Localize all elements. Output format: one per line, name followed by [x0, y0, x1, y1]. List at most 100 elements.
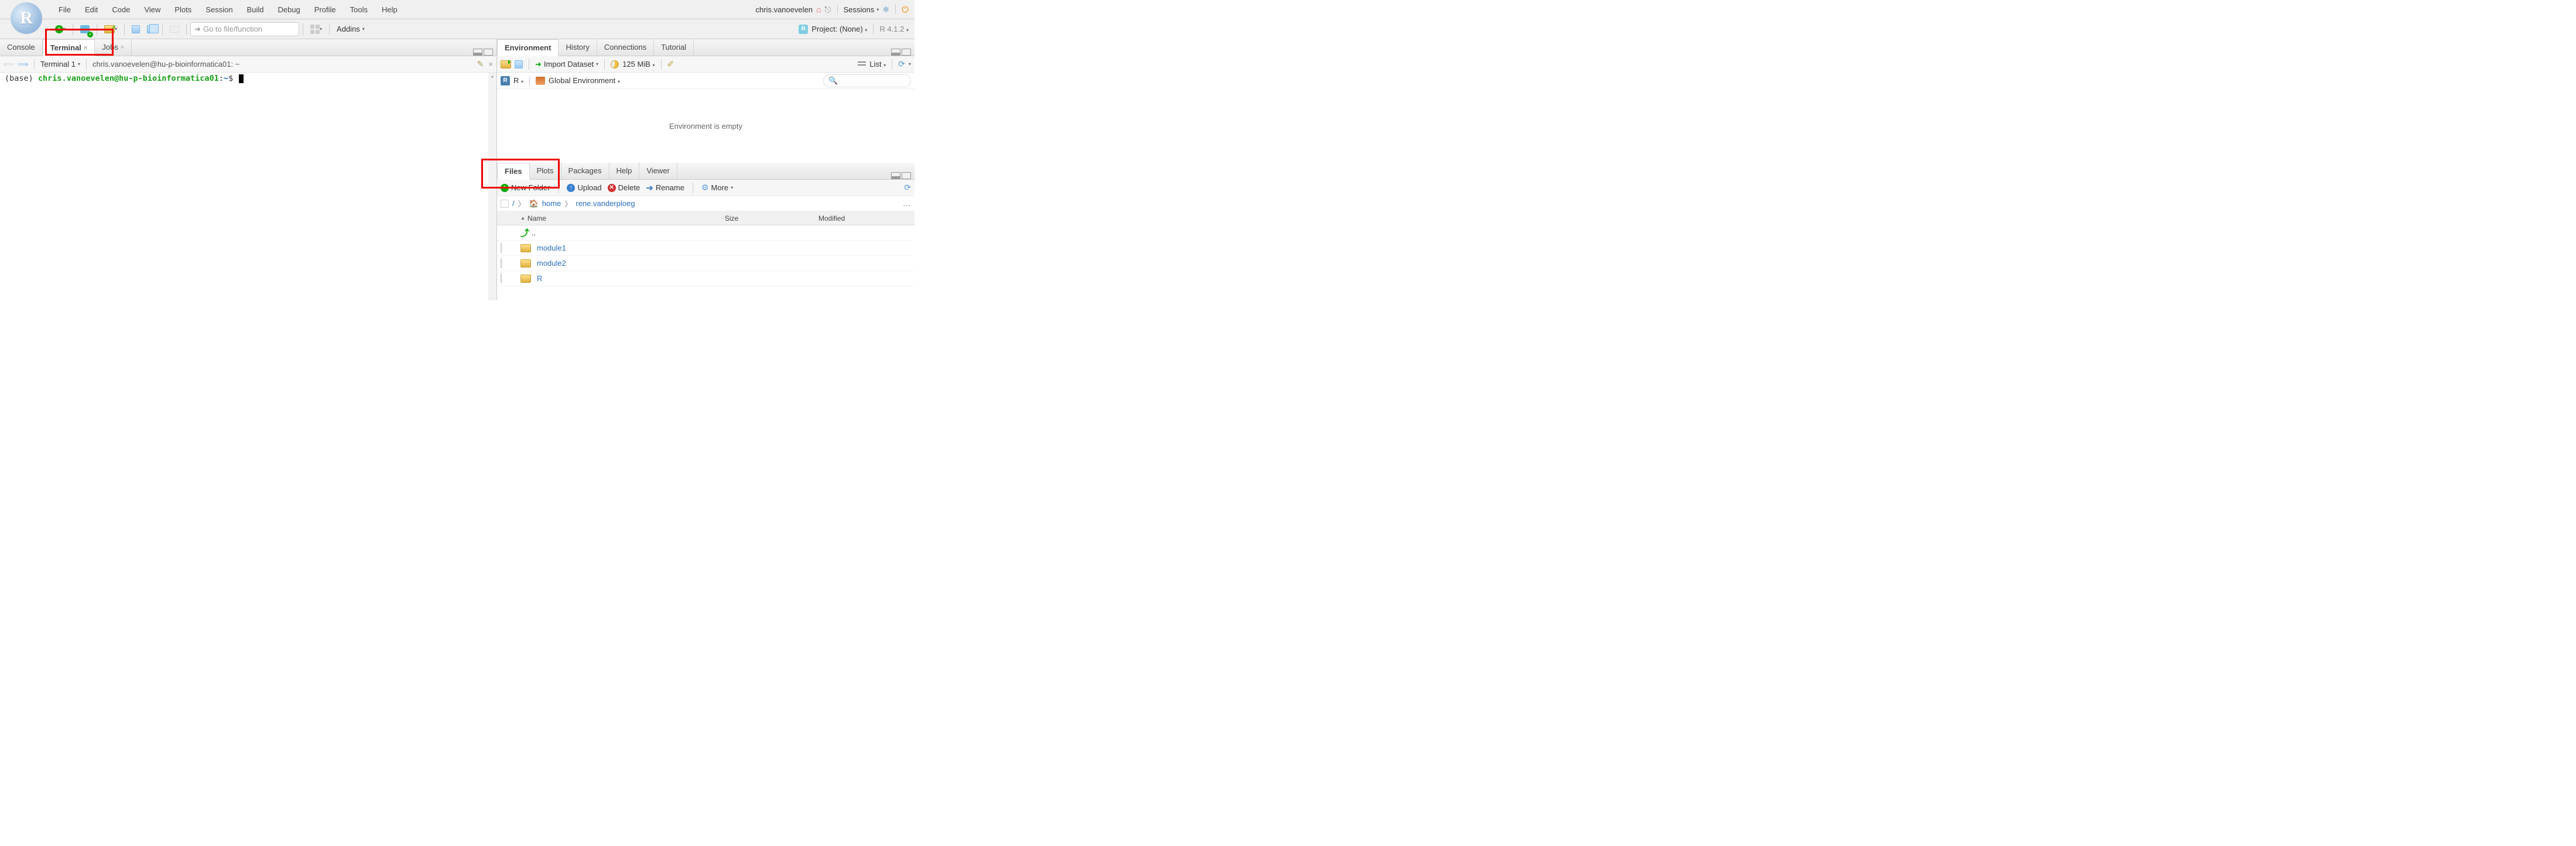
menu-tools[interactable]: Tools — [343, 0, 375, 19]
file-row[interactable]: R — [497, 271, 914, 286]
project-menu[interactable]: Project: (None) ▾ — [811, 25, 867, 33]
file-row[interactable]: module1 — [497, 241, 914, 256]
chevron-down-icon[interactable]: ▾ — [909, 61, 911, 67]
language-menu[interactable]: R ▾ — [513, 76, 523, 85]
menu-debug[interactable]: Debug — [270, 0, 307, 19]
tab-terminal[interactable]: Terminal × — [43, 39, 95, 56]
tab-history[interactable]: History — [559, 39, 597, 56]
files-breadcrumb: / 〉 🏠 home 〉 rene.vanderploeg … — [497, 196, 914, 211]
close-terminal-icon[interactable]: × — [488, 60, 493, 68]
menu-edit[interactable]: Edit — [78, 0, 105, 19]
tab-viewer[interactable]: Viewer — [639, 162, 677, 179]
prompt-host: chris.vanoevelen@hu-p-bioinformatica01 — [38, 74, 219, 83]
menu-plots[interactable]: Plots — [167, 0, 198, 19]
terminal-next-button[interactable]: ⟹ — [18, 59, 28, 70]
row-checkbox[interactable] — [501, 273, 502, 283]
tab-connections[interactable]: Connections — [597, 39, 654, 56]
row-checkbox[interactable] — [501, 243, 502, 253]
tab-console[interactable]: Console — [0, 39, 43, 56]
maximize-pane-icon[interactable] — [484, 49, 493, 56]
minimize-pane-icon[interactable] — [891, 172, 900, 179]
row-checkbox[interactable] — [501, 258, 502, 268]
menu-file[interactable]: File — [52, 0, 78, 19]
files-toolbar: + New Folder ↑ Upload ✕ Delete ➔ Rename … — [497, 180, 914, 196]
menu-code[interactable]: Code — [105, 0, 137, 19]
select-all-checkbox[interactable] — [501, 200, 509, 208]
tab-tutorial[interactable]: Tutorial — [654, 39, 694, 56]
file-row[interactable]: module2 — [497, 256, 914, 271]
more-menu[interactable]: ⚙ More ▾ — [701, 183, 733, 193]
minimize-pane-icon[interactable] — [473, 49, 482, 56]
pane-layout-button[interactable]: ▾ — [308, 22, 324, 36]
col-modified[interactable]: Modified — [815, 214, 914, 222]
breadcrumb-home[interactable]: home — [542, 199, 561, 208]
clear-workspace-icon[interactable]: ✐ — [667, 59, 674, 69]
file-name[interactable]: module2 — [537, 259, 566, 268]
breadcrumb-root[interactable]: / — [512, 199, 515, 208]
quit-icon[interactable]: ⏻ — [902, 5, 909, 15]
maximize-pane-icon[interactable] — [902, 172, 911, 179]
new-folder-button[interactable]: + New Folder — [501, 183, 550, 192]
col-name[interactable]: ▲ Name — [517, 214, 721, 222]
breadcrumb-user[interactable]: rene.vanderploeg — [576, 199, 635, 208]
tab-jobs[interactable]: Jobs × — [95, 39, 132, 56]
close-icon[interactable]: × — [121, 44, 124, 51]
save-workspace-icon[interactable] — [515, 60, 523, 68]
tab-environment[interactable]: Environment — [497, 39, 559, 56]
scroll-up-icon[interactable]: ▴ — [488, 73, 496, 81]
home-icon[interactable]: ⌂ — [816, 5, 821, 14]
chevron-right-icon: 〉 — [518, 198, 526, 209]
save-button[interactable] — [129, 22, 142, 36]
tab-files[interactable]: Files — [497, 163, 530, 180]
minimize-pane-icon[interactable] — [891, 49, 900, 56]
prompt-tilde: ~ — [224, 74, 228, 83]
goto-placeholder: Go to file/function — [203, 25, 262, 33]
memory-usage-menu[interactable]: 125 MiB ▾ — [622, 60, 655, 68]
environment-scope-menu[interactable]: Global Environment ▾ — [549, 76, 620, 85]
menu-build[interactable]: Build — [240, 0, 271, 19]
close-icon[interactable]: × — [84, 44, 87, 52]
view-mode-menu[interactable]: List ▾ — [869, 60, 886, 68]
new-project-button[interactable]: + — [78, 22, 92, 36]
path-more-button[interactable]: … — [903, 199, 911, 208]
tab-plots[interactable]: Plots — [530, 162, 561, 179]
delete-button[interactable]: ✕ Delete — [608, 183, 640, 192]
session-suspend-icon[interactable]: ❄ — [882, 5, 889, 15]
open-file-button[interactable]: ➚▾ — [102, 22, 119, 36]
file-name[interactable]: R — [537, 274, 542, 283]
scrollbar[interactable]: ▴ — [488, 73, 496, 300]
print-button[interactable] — [167, 22, 181, 36]
terminal-body[interactable]: (base) chris.vanoevelen@hu-p-bioinformat… — [0, 73, 496, 300]
rename-icon: ➔ — [646, 183, 653, 193]
clear-terminal-icon[interactable]: ✎ — [477, 59, 484, 69]
addins-menu[interactable]: Addins ▾ — [334, 22, 367, 36]
save-all-button[interactable] — [145, 22, 157, 36]
upload-button[interactable]: ↑ Upload — [567, 183, 601, 192]
col-size[interactable]: Size — [721, 214, 815, 222]
terminal-selector[interactable]: Terminal 1 ▾ — [40, 60, 80, 68]
logout-icon[interactable]: ⎋ — [825, 5, 831, 15]
up-dir-label: .. — [532, 228, 536, 237]
env-search-input[interactable]: 🔍 — [823, 74, 911, 87]
env-scope-bar: R R ▾ Global Environment ▾ 🔍 — [497, 73, 914, 89]
terminal-prev-button[interactable]: ⟸ — [4, 59, 14, 70]
file-row-up[interactable]: ⤴ .. — [497, 225, 914, 241]
menu-view[interactable]: View — [137, 0, 167, 19]
refresh-icon[interactable]: ⟳ — [898, 59, 905, 69]
maximize-pane-icon[interactable] — [902, 49, 911, 56]
goto-file-input[interactable]: ➔ Go to file/function — [190, 22, 299, 36]
tab-packages[interactable]: Packages — [561, 162, 609, 179]
r-version-menu[interactable]: R 4.1.2 ▾ — [879, 25, 909, 33]
sessions-menu[interactable]: Sessions ▾ — [844, 5, 879, 14]
menu-profile[interactable]: Profile — [307, 0, 343, 19]
chevron-down-icon: ▾ — [653, 63, 655, 68]
load-workspace-icon[interactable] — [501, 60, 511, 68]
tab-help[interactable]: Help — [609, 162, 640, 179]
file-name[interactable]: module1 — [537, 244, 566, 252]
rename-button[interactable]: ➔ Rename — [646, 183, 684, 193]
menu-session[interactable]: Session — [198, 0, 239, 19]
refresh-files-icon[interactable]: ⟳ — [904, 183, 911, 193]
import-dataset-menu[interactable]: ➜ Import Dataset ▾ — [535, 60, 598, 69]
menu-help[interactable]: Help — [375, 0, 405, 19]
new-file-button[interactable]: +▾ — [53, 22, 68, 36]
